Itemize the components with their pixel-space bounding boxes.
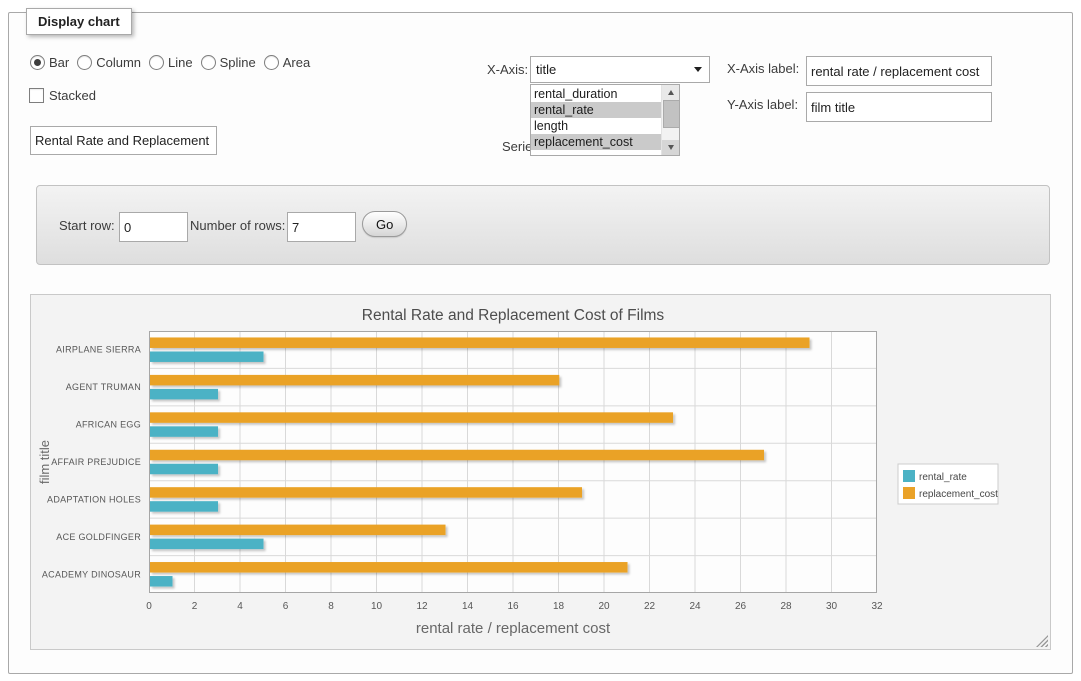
scroll-up-icon[interactable] <box>662 85 679 100</box>
x-tick-label: 18 <box>553 601 565 612</box>
bar-rental_rate <box>150 426 218 437</box>
go-button[interactable]: Go <box>362 211 407 237</box>
x-tick-label: 30 <box>826 601 838 612</box>
x-tick-label: 22 <box>644 601 656 612</box>
chart-type-radio-line[interactable]: Line <box>149 55 193 70</box>
panel-legend: Display chart <box>26 8 132 35</box>
bar-replacement_cost <box>150 375 559 386</box>
x-tick-label: 8 <box>328 601 334 612</box>
bar-replacement_cost <box>150 450 764 461</box>
bar-rental_rate <box>150 351 264 362</box>
legend-swatch-rental_rate <box>903 470 915 482</box>
bar-replacement_cost <box>150 487 582 498</box>
series-option-replacement_cost[interactable]: replacement_cost <box>531 134 662 150</box>
x-axis-select[interactable]: title <box>530 56 710 83</box>
radio-icon[interactable] <box>264 55 279 70</box>
chart-type-radio-group: Bar Column Line Spline Area <box>30 55 310 70</box>
y-axis-title: film title <box>37 440 52 484</box>
x-axis-label-label: X-Axis label: <box>727 61 799 76</box>
number-of-rows-label: Number of rows: <box>190 218 285 233</box>
bar-replacement_cost <box>150 337 810 348</box>
scrollbar-thumb[interactable] <box>663 100 680 128</box>
chart-svg: Rental Rate and Replacement Cost of Film… <box>31 295 1048 647</box>
radio-option-label: Area <box>283 55 310 70</box>
category-label: ACE GOLDFINGER <box>56 532 141 542</box>
radio-icon[interactable] <box>30 55 45 70</box>
x-tick-label: 4 <box>237 601 243 612</box>
x-tick-label: 14 <box>462 601 474 612</box>
legend-swatch-replacement_cost <box>903 487 915 499</box>
radio-option-label: Column <box>96 55 141 70</box>
bar-rental_rate <box>150 539 264 550</box>
category-label: ACADEMY DINOSAUR <box>42 569 141 579</box>
category-label: AFRICAN EGG <box>76 420 141 430</box>
x-axis-title: rental rate / replacement cost <box>416 620 611 637</box>
bar-rental_rate <box>150 501 218 512</box>
bar-replacement_cost <box>150 525 446 536</box>
x-tick-label: 32 <box>871 601 883 612</box>
series-options: rental_durationrental_ratelengthreplacem… <box>531 86 662 150</box>
chart-type-radio-area[interactable]: Area <box>264 55 310 70</box>
x-axis-select-label: X-Axis: <box>487 62 528 77</box>
checkbox-icon[interactable] <box>29 88 44 103</box>
radio-option-label: Line <box>168 55 193 70</box>
category-label: AFFAIR PREJUDICE <box>51 457 141 467</box>
radio-option-label: Bar <box>49 55 69 70</box>
radio-icon[interactable] <box>77 55 92 70</box>
radio-option-label: Spline <box>220 55 256 70</box>
stacked-label: Stacked <box>49 88 96 103</box>
x-axis-label-input[interactable] <box>806 56 992 86</box>
x-tick-label: 28 <box>780 601 792 612</box>
radio-icon[interactable] <box>149 55 164 70</box>
chart-panel: Rental Rate and Replacement Cost of Film… <box>30 294 1051 650</box>
start-row-input[interactable] <box>119 212 188 242</box>
series-multiselect[interactable]: rental_durationrental_ratelengthreplacem… <box>530 84 680 156</box>
chart-title-input[interactable] <box>30 126 217 155</box>
x-tick-label: 10 <box>371 601 383 612</box>
y-axis-label-input[interactable] <box>806 92 992 122</box>
radio-icon[interactable] <box>201 55 216 70</box>
chart-mount: Rental Rate and Replacement Cost of Film… <box>31 295 1050 647</box>
x-tick-label: 20 <box>598 601 610 612</box>
scroll-down-icon[interactable] <box>662 140 679 155</box>
x-tick-label: 12 <box>416 601 428 612</box>
category-label: ADAPTATION HOLES <box>47 494 141 504</box>
category-label: AGENT TRUMAN <box>66 382 141 392</box>
series-option-rental_rate[interactable]: rental_rate <box>531 102 662 118</box>
category-label: AIRPLANE SIERRA <box>56 345 141 355</box>
x-tick-label: 24 <box>689 601 701 612</box>
x-tick-label: 0 <box>146 601 152 612</box>
bar-rental_rate <box>150 576 173 587</box>
chart-type-radio-bar[interactable]: Bar <box>30 55 69 70</box>
rows-subpanel <box>36 185 1050 265</box>
chart-title: Rental Rate and Replacement Cost of Film… <box>362 307 665 324</box>
stacked-option[interactable]: Stacked <box>29 88 96 103</box>
chart-type-radio-spline[interactable]: Spline <box>201 55 256 70</box>
dropdown-arrow-icon <box>694 67 702 72</box>
chart-type-radio-column[interactable]: Column <box>77 55 141 70</box>
bar-rental_rate <box>150 464 218 475</box>
number-of-rows-input[interactable] <box>287 212 356 242</box>
bar-replacement_cost <box>150 562 628 573</box>
legend-label-replacement_cost: replacement_cost <box>919 489 998 500</box>
series-option-rental_duration[interactable]: rental_duration <box>531 86 662 102</box>
series-scrollbar[interactable] <box>661 85 679 155</box>
bar-replacement_cost <box>150 412 673 423</box>
legend-label-rental_rate: rental_rate <box>919 472 967 483</box>
y-axis-label-label: Y-Axis label: <box>727 97 798 112</box>
x-tick-label: 16 <box>507 601 519 612</box>
x-tick-label: 2 <box>192 601 198 612</box>
x-tick-label: 6 <box>283 601 289 612</box>
bar-rental_rate <box>150 389 218 400</box>
series-option-length[interactable]: length <box>531 118 662 134</box>
x-tick-label: 26 <box>735 601 747 612</box>
start-row-label: Start row: <box>59 218 115 233</box>
x-axis-selected-value: title <box>536 62 556 77</box>
